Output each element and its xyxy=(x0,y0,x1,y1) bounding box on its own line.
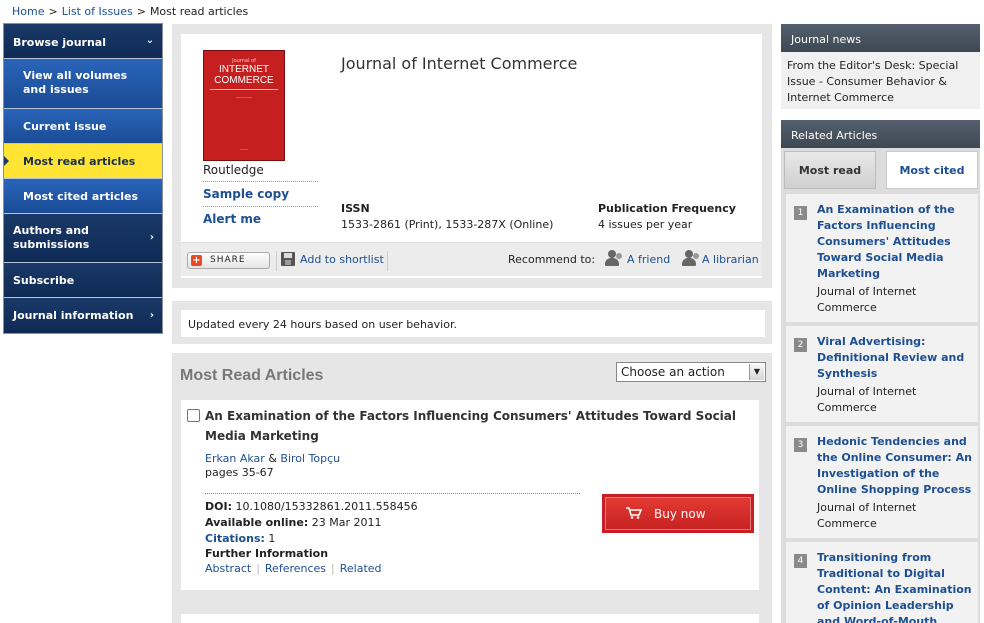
journal-cover-image[interactable]: Journal of INTERNET COMMERCE ———— —— xyxy=(203,50,285,161)
article-pages: pages 35-67 xyxy=(205,466,274,479)
nav-authors-submissions[interactable]: Authors and submissions › xyxy=(4,214,162,263)
add-to-shortlist-link[interactable]: Add to shortlist xyxy=(300,253,384,266)
related-article-item: 2 Viral Advertising: Definitional Review… xyxy=(786,326,978,424)
related-article-title-link[interactable]: Transitioning from Traditional to Digita… xyxy=(817,550,977,623)
plus-icon: + xyxy=(191,255,202,266)
update-notice: Updated every 24 hours based on user beh… xyxy=(188,318,457,331)
breadcrumb-current: Most read articles xyxy=(149,5,249,18)
floppy-disk-icon xyxy=(281,252,295,266)
breadcrumb-home[interactable]: Home xyxy=(12,5,44,18)
article-authors: Erkan Akar & Birol Topçu xyxy=(205,452,341,465)
shopping-cart-icon xyxy=(626,507,642,519)
issn-label: ISSN xyxy=(341,202,370,215)
share-button[interactable]: + SHARE xyxy=(187,252,270,269)
further-information-label: Further Information xyxy=(205,547,329,560)
related-article-item: 4 Transitioning from Traditional to Digi… xyxy=(786,542,978,623)
most-read-heading: Most Read Articles xyxy=(180,367,324,384)
journal-title: Journal of Internet Commerce xyxy=(341,54,578,73)
related-article-title-link[interactable]: Viral Advertising: Definitional Review a… xyxy=(817,334,977,382)
author-link[interactable]: Erkan Akar xyxy=(205,452,265,465)
librarian-icon xyxy=(681,249,701,267)
divider xyxy=(203,181,318,182)
journal-news-header: Journal news xyxy=(781,24,980,52)
recommend-label: Recommend to: xyxy=(508,253,596,266)
citations-link[interactable]: Citations: xyxy=(205,532,265,545)
author-link[interactable]: Birol Topçu xyxy=(280,452,340,465)
article-available-online: Available online: 23 Mar 2011 xyxy=(205,516,382,529)
breadcrumb: Home > List of Issues > Most read articles xyxy=(12,5,249,18)
recommend-friend-link[interactable]: A friend xyxy=(627,253,670,266)
chevron-right-icon: › xyxy=(149,309,154,321)
issn-value: 1533-2861 (Print), 1533-287X (Online) xyxy=(341,218,554,231)
choose-action-select[interactable]: Choose an action ▼ xyxy=(616,362,766,382)
nav-subscribe[interactable]: Subscribe xyxy=(4,263,162,298)
journal-toolbar: + SHARE Add to shortlist Recommend to: A… xyxy=(181,242,762,276)
references-link[interactable]: References xyxy=(265,562,326,575)
publisher-name: Routledge xyxy=(203,163,264,177)
alert-me-link[interactable]: Alert me xyxy=(203,212,261,226)
chevron-down-icon: ⌄ xyxy=(145,35,154,46)
article-doi: DOI: 10.1080/15332861.2011.558456 xyxy=(205,500,418,513)
frequency-value: 4 issues per year xyxy=(598,218,693,231)
abstract-link[interactable]: Abstract xyxy=(205,562,251,575)
article-select-checkbox[interactable] xyxy=(187,409,200,422)
nav-most-cited-articles[interactable]: Most cited articles xyxy=(4,179,162,214)
article-citations: Citations: 1 xyxy=(205,532,276,545)
divider xyxy=(205,493,580,494)
nav-most-read-articles[interactable]: Most read articles xyxy=(4,144,162,179)
dropdown-arrow-icon: ▼ xyxy=(749,364,764,380)
related-article-item: 1 An Examination of the Factors Influenc… xyxy=(786,194,978,324)
article-card-next xyxy=(181,614,759,623)
tab-most-read[interactable]: Most read xyxy=(784,151,876,189)
left-nav: Browse journal ⌄ View all volumes and is… xyxy=(3,23,163,334)
related-article-item: 3 Hedonic Tendencies and the Online Cons… xyxy=(786,426,978,540)
nav-view-all-volumes[interactable]: View all volumes and issues xyxy=(4,59,162,109)
friend-icon xyxy=(604,249,624,267)
article-links: Abstract | References | Related xyxy=(205,562,382,575)
sample-copy-link[interactable]: Sample copy xyxy=(203,187,289,201)
nav-current-issue[interactable]: Current issue xyxy=(4,109,162,144)
recommend-librarian-link[interactable]: A librarian xyxy=(702,253,759,266)
frequency-label: Publication Frequency xyxy=(598,202,736,215)
related-article-title-link[interactable]: Hedonic Tendencies and the Online Consum… xyxy=(817,434,977,498)
nav-journal-information[interactable]: Journal information › xyxy=(4,298,162,333)
breadcrumb-list-of-issues[interactable]: List of Issues xyxy=(62,5,133,18)
related-article-title-link[interactable]: An Examination of the Factors Influencin… xyxy=(817,202,977,282)
chevron-right-icon: › xyxy=(149,232,154,243)
buy-now-button[interactable]: Buy now xyxy=(602,494,754,533)
tab-most-cited[interactable]: Most cited xyxy=(886,151,978,189)
journal-news-link[interactable]: From the Editor's Desk: Special Issue - … xyxy=(781,52,980,109)
nav-browse-journal[interactable]: Browse journal ⌄ xyxy=(4,24,162,59)
article-title-link[interactable]: An Examination of the Factors Influencin… xyxy=(205,406,760,446)
divider xyxy=(203,206,318,207)
related-articles-header: Related Articles xyxy=(781,120,980,148)
related-link[interactable]: Related xyxy=(340,562,382,575)
